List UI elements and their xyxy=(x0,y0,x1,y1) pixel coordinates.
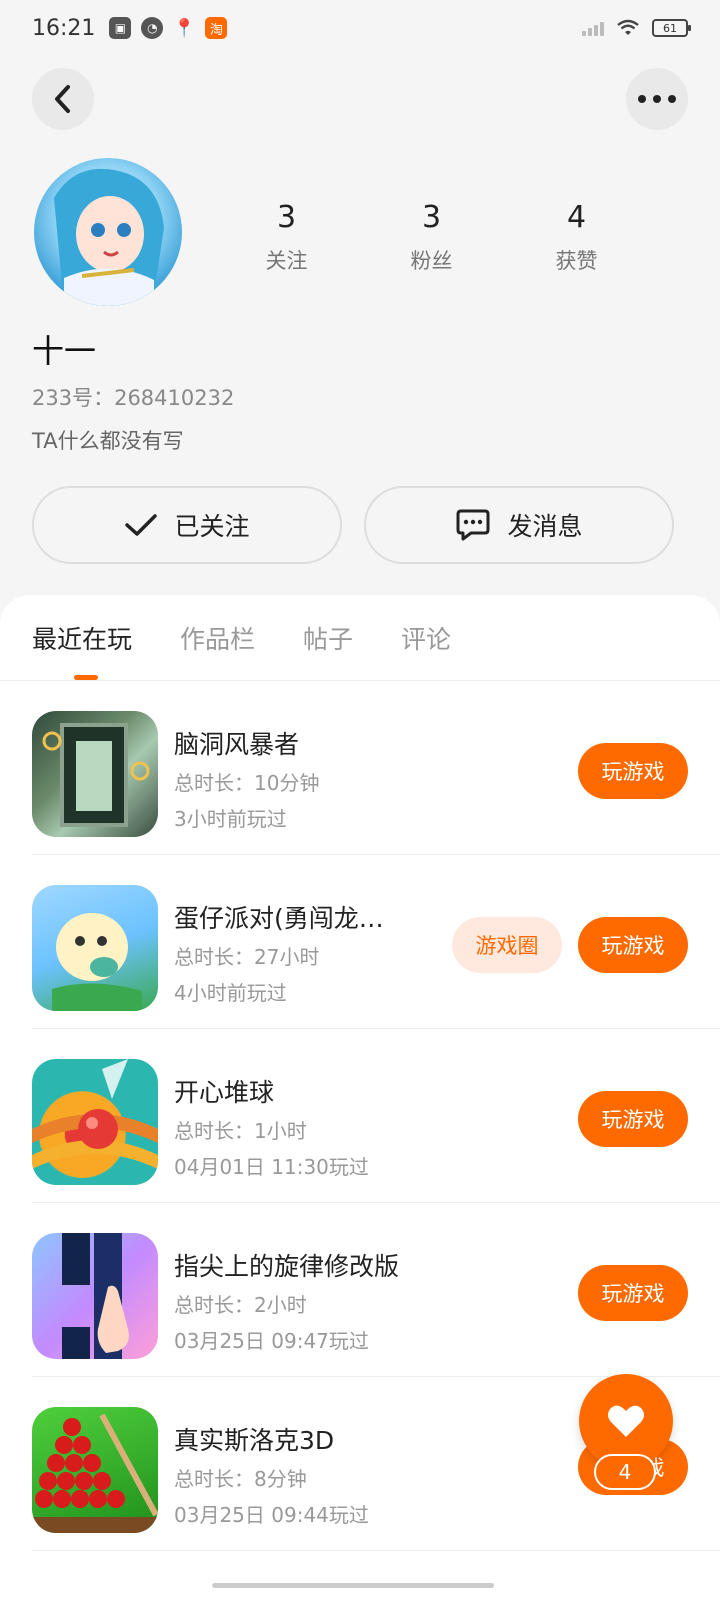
game-title: 指尖上的旋律修改版 xyxy=(174,1252,400,1281)
user-bio: TA什么都没有写 xyxy=(32,429,184,453)
list-item[interactable]: 蛋仔派对(勇闯龙… 总时长：27小时 4小时前玩过 游戏圈 玩游戏 xyxy=(32,855,720,1029)
stat-value: 3 xyxy=(421,200,442,235)
send-message-button[interactable]: 发消息 xyxy=(364,486,674,564)
followed-label: 已关注 xyxy=(174,512,250,541)
game-duration: 总时长：27小时 xyxy=(174,945,320,969)
game-last-played: 03月25日 09:47玩过 xyxy=(174,1329,369,1353)
chat-icon xyxy=(456,509,490,541)
stat-value: 3 xyxy=(276,200,297,235)
status-notification-icons: ▣ ◔ 📍 淘 xyxy=(109,17,228,39)
game-icon xyxy=(32,885,158,1011)
game-icon xyxy=(32,1407,158,1533)
list-item[interactable]: 开心堆球 总时长：1小时 04月01日 11:30玩过 玩游戏 xyxy=(32,1029,720,1203)
game-icon xyxy=(32,1059,158,1185)
game-circle-button[interactable]: 游戏圈 xyxy=(452,917,562,973)
chevron-left-icon xyxy=(55,85,70,113)
game-duration: 总时长：8分钟 xyxy=(174,1467,307,1491)
game-title: 真实斯洛克3D xyxy=(174,1426,335,1455)
username: 十一 xyxy=(32,332,97,370)
send-message-label: 发消息 xyxy=(507,512,583,541)
stat-following[interactable]: 3 关注 xyxy=(214,200,359,275)
game-title: 脑洞风暴者 xyxy=(174,730,300,759)
stat-label: 关注 xyxy=(265,249,308,273)
taobao-icon: 淘 xyxy=(205,17,228,39)
back-button[interactable] xyxy=(32,68,94,130)
play-game-button[interactable]: 玩游戏 xyxy=(578,1091,688,1147)
heart-icon xyxy=(608,1405,644,1437)
check-icon xyxy=(125,514,158,536)
user-id: 233号：268410232 xyxy=(32,386,235,410)
game-icon xyxy=(32,1233,158,1359)
game-last-played: 04月01日 11:30玩过 xyxy=(174,1155,369,1179)
tab-bar: 最近在玩 作品栏 帖子 评论 xyxy=(0,595,720,681)
tab-works[interactable]: 作品栏 xyxy=(180,620,255,656)
status-right: 61 xyxy=(582,19,691,37)
game-title: 开心堆球 xyxy=(174,1078,275,1107)
stat-label: 获赞 xyxy=(555,249,598,273)
tab-posts[interactable]: 帖子 xyxy=(303,620,353,656)
battery-icon: 61 xyxy=(652,19,691,37)
play-game-button[interactable]: 玩游戏 xyxy=(578,917,688,973)
game-duration: 总时长：1小时 xyxy=(174,1119,307,1143)
list-item[interactable]: 脑洞风暴者 总时长：10分钟 3小时前玩过 玩游戏 xyxy=(32,681,720,855)
game-duration: 总时长：10分钟 xyxy=(174,771,320,795)
list-item[interactable]: 指尖上的旋律修改版 总时长：2小时 03月25日 09:47玩过 玩游戏 xyxy=(32,1203,720,1377)
game-last-played: 03月25日 09:44玩过 xyxy=(174,1503,369,1527)
stat-value: 4 xyxy=(566,200,587,235)
avatar-illustration xyxy=(54,168,164,306)
stat-followers[interactable]: 3 粉丝 xyxy=(359,200,504,275)
stat-label: 粉丝 xyxy=(410,249,453,273)
game-title: 蛋仔派对(勇闯龙… xyxy=(174,904,384,933)
profile-stats: 3 关注 3 粉丝 4 获赞 xyxy=(214,200,649,275)
avatar[interactable] xyxy=(34,158,182,306)
more-button[interactable] xyxy=(626,68,688,130)
game-last-played: 4小时前玩过 xyxy=(174,981,287,1005)
game-last-played: 3小时前玩过 xyxy=(174,807,287,831)
followed-button[interactable]: 已关注 xyxy=(32,486,342,564)
signal-icon xyxy=(582,20,604,36)
home-indicator[interactable] xyxy=(212,1583,494,1588)
app-icon: ▣ xyxy=(109,17,132,39)
speed-icon: ◔ xyxy=(141,17,164,39)
like-count-badge: 4 xyxy=(594,1454,656,1490)
stat-likes[interactable]: 4 获赞 xyxy=(504,200,649,275)
wifi-icon xyxy=(617,19,639,35)
play-game-button[interactable]: 玩游戏 xyxy=(578,1265,688,1321)
status-bar: 16:21 ▣ ◔ 📍 淘 61 xyxy=(0,0,720,56)
more-icon xyxy=(638,95,676,103)
location-icon: 📍 xyxy=(173,17,196,39)
game-duration: 总时长：2小时 xyxy=(174,1293,307,1317)
tab-comments[interactable]: 评论 xyxy=(401,620,451,656)
active-tab-indicator xyxy=(74,675,98,680)
status-time: 16:21 xyxy=(32,15,96,41)
play-game-button[interactable]: 玩游戏 xyxy=(578,743,688,799)
tab-recently-played[interactable]: 最近在玩 xyxy=(32,620,132,656)
game-icon xyxy=(32,711,158,837)
